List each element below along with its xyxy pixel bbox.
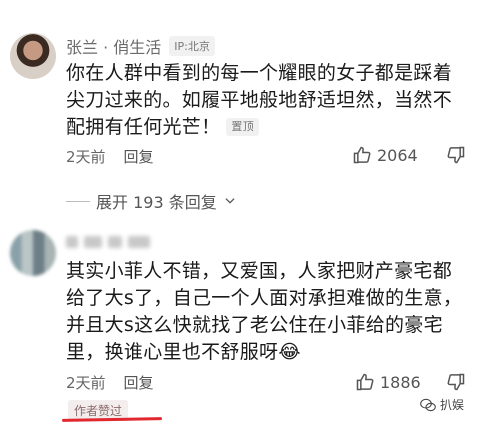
dislike-button[interactable] xyxy=(446,372,466,396)
thumbs-down-icon xyxy=(447,146,465,164)
comment-line: 尖刀过来的。如履平地般地舒适坦然，当然不 xyxy=(66,89,453,111)
blurred-block xyxy=(128,236,150,248)
thumbs-up-icon xyxy=(353,146,371,164)
clipped-header-fragment xyxy=(175,0,295,6)
comment-text: 你在人群中看到的每一个耀眼的女子都是踩着 尖刀过来的。如履平地般地舒适坦然，当然… xyxy=(66,60,452,141)
username-blurred[interactable] xyxy=(66,236,150,248)
dislike-button[interactable] xyxy=(446,145,466,169)
comment-line: 里，换谁心里也不舒服呀😂 xyxy=(66,339,462,366)
comment-meta: 2天前 回复 xyxy=(66,146,154,167)
thumbs-up-icon xyxy=(356,373,374,391)
chevron-down-icon xyxy=(225,198,235,204)
comment-line: 其实小菲人不错，又爱国，人家把财产豪宅都 xyxy=(66,260,453,282)
divider xyxy=(66,200,90,202)
comment-line: 你在人群中看到的每一个耀眼的女子都是踩着 xyxy=(66,62,453,84)
comment-line: 并且大s这么快就找了老公住在小菲给的豪宅 xyxy=(66,314,443,336)
red-underline-annotation xyxy=(61,417,163,422)
timestamp: 2天前 xyxy=(66,374,106,392)
like-count: 2064 xyxy=(377,145,418,165)
like-button[interactable]: 1886 xyxy=(355,372,421,392)
blurred-block xyxy=(66,236,78,248)
watermark-text: 扒娱 xyxy=(440,398,465,412)
comment-line: 配拥有任何光芒！ 置顶 xyxy=(66,114,452,141)
reply-button[interactable]: 回复 xyxy=(124,372,154,393)
comment-text: 其实小菲人不错，又爱国，人家把财产豪宅都 给了大s了，自己一个人面对承担难做的生… xyxy=(66,258,462,366)
comment-meta: 2天前 回复 xyxy=(66,372,154,393)
username[interactable]: 张兰 · 俏生活 xyxy=(66,34,161,58)
like-count: 1886 xyxy=(380,372,421,392)
blurred-block xyxy=(108,236,122,248)
reply-button[interactable]: 回复 xyxy=(124,146,154,167)
blurred-block xyxy=(84,236,102,248)
expand-replies-button[interactable]: 展开 193 条回复 xyxy=(66,189,237,213)
laughing-emoji-icon: 😂 xyxy=(278,341,301,363)
like-button[interactable]: 2064 xyxy=(352,145,418,165)
avatar[interactable] xyxy=(10,33,56,79)
ip-location-badge: IP:北京 xyxy=(169,36,215,56)
avatar[interactable] xyxy=(10,230,56,276)
comment-line-text: 里，换谁心里也不舒服呀 xyxy=(66,341,279,363)
watermark: 扒娱 xyxy=(420,396,464,413)
comment-line: 给了大s了，自己一个人面对承担难做的生意， xyxy=(66,287,463,309)
comment-line-text: 配拥有任何光芒！ xyxy=(66,116,221,138)
comment-header: 张兰 · 俏生活 IP:北京 xyxy=(66,35,215,57)
thumbs-down-icon xyxy=(447,373,465,391)
timestamp: 2天前 xyxy=(66,148,106,166)
pinned-badge: 置顶 xyxy=(226,118,260,136)
wechat-logo-icon xyxy=(420,398,436,411)
expand-replies-label: 展开 193 条回复 xyxy=(96,193,217,212)
